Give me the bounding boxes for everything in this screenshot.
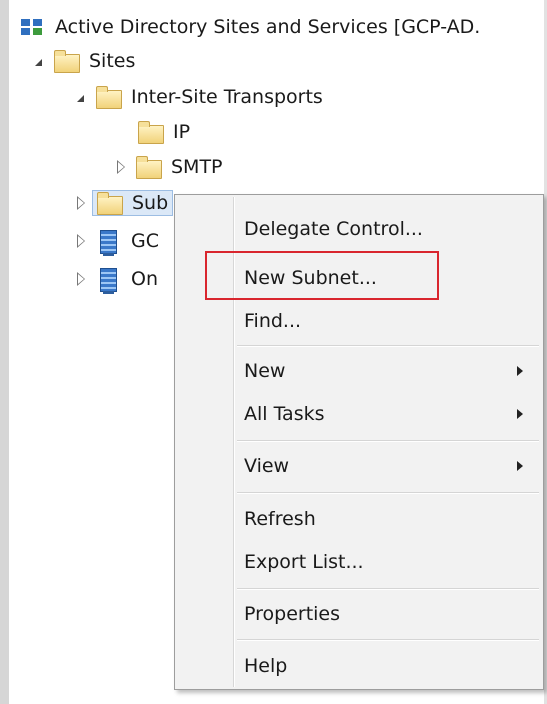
expand-open-icon[interactable] <box>32 54 46 68</box>
menu-item-label: Refresh <box>244 508 316 530</box>
menu-item-properties[interactable]: Properties <box>235 594 541 634</box>
expand-closed-icon[interactable] <box>114 160 128 174</box>
menu-separator <box>237 639 539 641</box>
tree-node-smtp[interactable]: SMTP <box>114 150 223 184</box>
tree-node-label: IP <box>173 121 191 143</box>
menu-item-label: Delegate Control... <box>244 218 423 240</box>
tree-node-label: Inter-Site Transports <box>131 86 323 108</box>
menu-item-label: New <box>244 360 286 382</box>
menu-separator <box>237 588 539 590</box>
expand-closed-icon[interactable] <box>74 196 88 210</box>
menu-item-label: Export List... <box>244 551 364 573</box>
menu-item-new[interactable]: New <box>235 351 541 391</box>
folder-icon <box>97 192 123 215</box>
annotation-highlight-box <box>205 251 439 300</box>
tree-node-inter-site-transports[interactable]: Inter-Site Transports <box>74 80 323 114</box>
menu-item-all-tasks[interactable]: All Tasks <box>235 394 541 434</box>
tree-node-label: SMTP <box>171 156 223 178</box>
submenu-arrow-icon <box>517 366 523 376</box>
expand-open-icon[interactable] <box>74 90 88 104</box>
folder-icon <box>138 121 164 144</box>
tree-node-subnets[interactable]: Sub <box>74 186 174 220</box>
menu-item-view[interactable]: View <box>235 446 541 486</box>
menu-item-label: View <box>244 455 290 477</box>
tree-node-sites[interactable]: Sites <box>32 44 135 78</box>
menu-item-export-list[interactable]: Export List... <box>235 542 541 582</box>
tree-node-label: Sub <box>132 192 169 214</box>
tree-root-label: Active Directory Sites and Services [GCP… <box>55 16 481 38</box>
tree-node-label: On <box>131 268 158 290</box>
menu-item-label: Find... <box>244 310 302 332</box>
expand-closed-icon[interactable] <box>74 272 88 286</box>
tree-node-label: Sites <box>89 50 136 72</box>
menu-item-help[interactable]: Help <box>235 646 541 686</box>
submenu-arrow-icon <box>517 409 523 419</box>
expand-closed-icon[interactable] <box>74 234 88 248</box>
tree-node-on[interactable]: On <box>74 262 158 296</box>
menu-item-find[interactable]: Find... <box>235 301 541 341</box>
menu-item-refresh[interactable]: Refresh <box>235 499 541 539</box>
tree-node-gc[interactable]: GC <box>74 224 159 258</box>
menu-separator <box>237 440 539 442</box>
folder-icon <box>136 156 162 179</box>
menu-item-label: All Tasks <box>244 403 325 425</box>
tree-node-label: GC <box>131 230 159 252</box>
menu-item-label: Help <box>244 655 288 677</box>
folder-icon <box>96 86 122 109</box>
menu-item-delegate-control[interactable]: Delegate Control... <box>235 209 541 249</box>
menu-separator <box>237 345 539 347</box>
site-server-icon <box>96 230 122 256</box>
submenu-arrow-icon <box>517 461 523 471</box>
menu-separator <box>237 492 539 494</box>
menu-item-label: Properties <box>244 603 341 625</box>
folder-icon <box>54 50 80 73</box>
tree-root[interactable]: Active Directory Sites and Services [GCP… <box>20 10 480 44</box>
site-server-icon <box>96 268 122 294</box>
ad-sites-icon <box>20 16 46 38</box>
tree-node-ip[interactable]: IP <box>138 115 190 149</box>
selected-node[interactable]: Sub <box>92 190 174 216</box>
